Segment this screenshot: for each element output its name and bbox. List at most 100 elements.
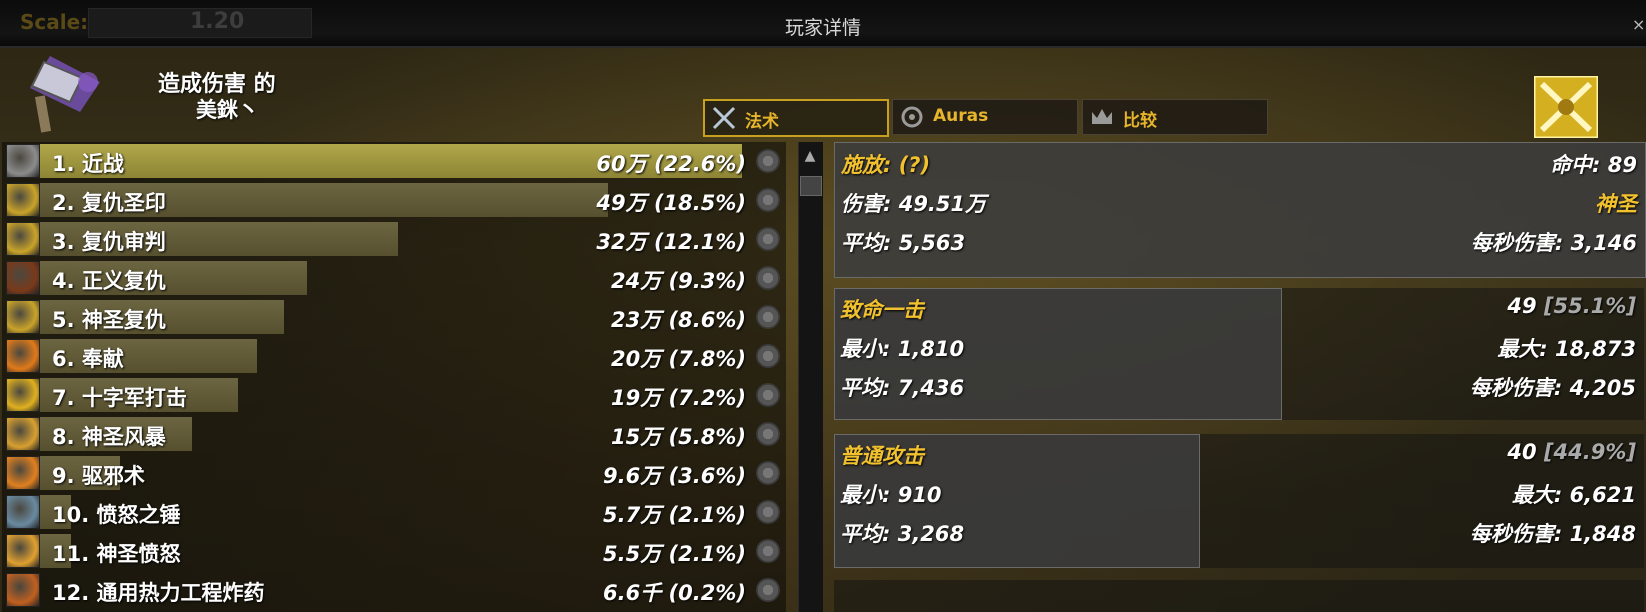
critical-panel: 致命一击 49 [55.1%] 最小: 1,810 最大: 18,873 平均:… [834,288,1644,420]
details-gear-icon[interactable] [756,578,780,602]
spell-row[interactable]: 3. 复仇审判 32万 (12.1%) [2,220,786,258]
normal-max: 最大: 6,621 [1511,483,1636,507]
spell-row[interactable]: 10. 愤怒之锤 5.7万 (2.1%) [2,493,786,531]
spell-label: 奉献 [81,347,124,371]
spell-label: 神圣复仇 [81,308,166,332]
spell-row[interactable]: 1. 近战 60万 (22.6%) [2,142,786,180]
player-name: 美銤丶 [196,98,259,122]
exorcism-icon [6,456,40,490]
scroll-up-arrow-icon[interactable]: ▲ [800,148,820,166]
hammer-of-wrath-icon [6,495,40,529]
spell-row[interactable]: 7. 十字军打击 19万 (7.2%) [2,376,786,414]
spell-name: 10. 愤怒之锤 [52,499,181,529]
normal-min: 最小: 910 [840,483,942,507]
spell-list[interactable]: 1. 近战 60万 (22.6%) 2. 复仇圣印 49万 (18.5%) 3. 复仇审… [2,142,786,612]
holy-vengeance-icon [6,300,40,334]
spell-name: 9. 驱邪术 [52,460,145,490]
total-damage: 伤害: 49.51万 [841,192,987,216]
title-bar[interactable]: Scale: 1.20 玩家详情 × [0,0,1646,48]
critical-max: 最大: 18,873 [1497,337,1636,361]
judgement-icon [6,222,40,256]
critical-title: 致命一击 [840,298,924,322]
details-gear-icon[interactable] [756,539,780,563]
normal-count: 40 [44.9%] [1507,440,1636,464]
scrollbar[interactable] [798,142,823,612]
spell-label: 驱邪术 [81,464,145,488]
details-gear-icon[interactable] [756,461,780,485]
details-gear-icon[interactable] [756,422,780,446]
spell-name: 6. 奉献 [52,343,124,373]
consecration-icon [6,339,40,373]
spell-damage-value: 23万 (8.6%) [611,308,746,332]
spell-row[interactable]: 12. 通用热力工程炸药 6.6千 (0.2%) [2,571,786,609]
tab-compare[interactable]: 比较 [1082,99,1268,135]
details-gear-icon[interactable] [756,149,780,173]
tab-spells[interactable]: 法术 [703,99,889,137]
details-gear-icon[interactable] [756,266,780,290]
close-button[interactable]: × [1632,15,1646,34]
spell-damage-value: 60万 (22.6%) [596,152,746,176]
divine-storm-icon [6,417,40,451]
spell-label: 正义复仇 [81,269,166,293]
spell-rank: 4. [52,269,75,293]
tab-auras[interactable]: Auras [892,99,1078,135]
spell-row[interactable]: 2. 复仇圣印 49万 (18.5%) [2,181,786,219]
retribution-paladin-icon [1534,76,1598,138]
scroll-thumb[interactable] [800,176,822,196]
spell-rank: 12. [52,581,90,605]
spell-name: 2. 复仇圣印 [52,187,166,217]
cast-count: 施放: (?) [841,153,931,177]
details-gear-icon[interactable] [756,344,780,368]
tab-spells-label: 法术 [745,112,779,132]
spell-row[interactable]: 5. 神圣复仇 23万 (8.6%) [2,298,786,336]
spell-name: 3. 复仇审判 [52,226,166,256]
summary-panel: 施放: (?) 命中: 89 伤害: 49.51万 神圣 平均: 5,563 每… [834,142,1646,278]
spell-label: 愤怒之锤 [96,503,181,527]
spell-row[interactable]: 6. 奉献 20万 (7.8%) [2,337,786,375]
details-gear-icon[interactable] [756,305,780,329]
holy-wrath-icon [6,534,40,568]
spell-damage-value: 49万 (18.5%) [596,191,746,215]
aura-icon [901,106,923,128]
tab-auras-label: Auras [933,106,989,126]
spell-rank: 2. [52,191,75,215]
crusader-strike-icon [6,378,40,412]
spell-rank: 5. [52,308,75,332]
damage-school: 神圣 [1595,192,1637,216]
spell-row[interactable]: 8. 神圣风暴 15万 (5.8%) [2,415,786,453]
window-title: 玩家详情 [784,17,861,39]
spell-rank: 11. [52,542,90,566]
details-gear-icon[interactable] [756,500,780,524]
critical-average: 平均: 7,436 [840,376,965,400]
spell-damage-value: 6.6千 (0.2%) [603,581,746,605]
spell-name: 11. 神圣愤怒 [52,538,181,568]
spell-name: 5. 神圣复仇 [52,304,166,334]
spell-damage-value: 5.7万 (2.1%) [603,503,746,527]
spell-damage-value: 24万 (9.3%) [611,269,746,293]
tab-compare-label: 比较 [1123,111,1157,131]
critical-dps: 每秒伤害: 4,205 [1469,376,1636,400]
sword-icon [6,144,40,178]
hammer-icon [30,56,100,133]
spell-rank: 9. [52,464,75,488]
crossed-swords-icon [712,106,736,130]
critical-count: 49 [55.1%] [1507,294,1636,318]
explosive-icon [6,573,40,607]
spell-label: 十字军打击 [81,386,187,410]
spell-label: 神圣愤怒 [96,542,181,566]
spell-label: 通用热力工程炸药 [96,581,265,605]
details-gear-icon[interactable] [756,188,780,212]
spell-row[interactable]: 9. 驱邪术 9.6万 (3.6%) [2,454,786,492]
spell-name: 7. 十字军打击 [52,382,187,412]
normal-dps: 每秒伤害: 1,848 [1469,522,1636,546]
spell-row[interactable]: 4. 正义复仇 24万 (9.3%) [2,259,786,297]
spell-damage-value: 32万 (12.1%) [596,230,746,254]
details-gear-icon[interactable] [756,383,780,407]
spell-row[interactable]: 11. 神圣愤怒 5.5万 (2.1%) [2,532,786,570]
spell-rank: 1. [52,152,75,176]
details-gear-icon[interactable] [756,227,780,251]
crown-icon [1092,109,1112,124]
spell-label: 神圣风暴 [81,425,166,449]
spell-name: 12. 通用热力工程炸药 [52,577,265,607]
empty-panel [834,580,1644,612]
